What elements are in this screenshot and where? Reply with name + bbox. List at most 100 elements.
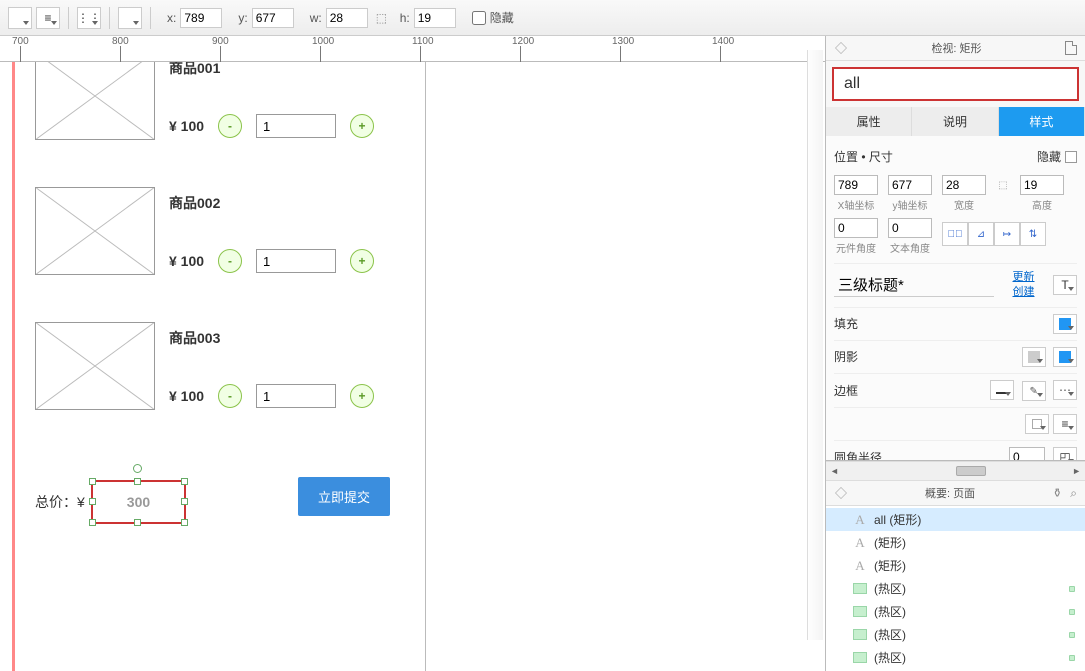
increment-button[interactable]: + bbox=[350, 384, 374, 408]
decrement-button[interactable]: - bbox=[218, 384, 242, 408]
resize-handle-ml[interactable] bbox=[89, 498, 96, 505]
rotation-input[interactable] bbox=[834, 218, 878, 238]
text-rotation-input[interactable] bbox=[888, 218, 932, 238]
canvas-scrollbar-vertical[interactable] bbox=[807, 50, 823, 640]
border-width-dropdown[interactable] bbox=[990, 380, 1014, 400]
pos-w-label: 宽度 bbox=[954, 197, 974, 212]
product-row: 商品002 ¥ 100 - + bbox=[35, 187, 374, 275]
outline-item-label: (热区) bbox=[874, 603, 906, 620]
list-dropdown-icon[interactable]: ⋮⋮ bbox=[77, 7, 101, 29]
image-placeholder[interactable] bbox=[35, 187, 155, 275]
outline-item[interactable]: (热区) bbox=[826, 623, 1085, 646]
position-section-head: 位置 • 尺寸 隐藏 bbox=[834, 144, 1077, 169]
fill-color-dropdown[interactable] bbox=[1053, 314, 1077, 334]
quantity-input[interactable] bbox=[256, 384, 336, 408]
size-lock-icon[interactable]: ⬚ bbox=[996, 175, 1010, 195]
h-input[interactable] bbox=[414, 8, 456, 28]
image-placeholder[interactable] bbox=[35, 62, 155, 140]
pos-x-input[interactable] bbox=[834, 175, 878, 195]
canvas-area[interactable]: 商品001 ¥ 100 - + 商品002 ¥ 100 - + 商品003 bbox=[0, 62, 825, 671]
tool-dropdown-1[interactable] bbox=[8, 7, 32, 29]
horizontal-ruler: 70080090010001100120013001400 bbox=[0, 36, 825, 62]
collapse-icon[interactable] bbox=[835, 42, 847, 54]
element-name-input-wrap: all bbox=[826, 61, 1085, 107]
page-icon[interactable] bbox=[1065, 41, 1077, 55]
pos-w-input[interactable] bbox=[942, 175, 986, 195]
border-style-dropdown[interactable] bbox=[1053, 380, 1077, 400]
outline-item-label: (热区) bbox=[874, 626, 906, 643]
create-style-link[interactable]: 创建 bbox=[1013, 285, 1035, 300]
hide-element-label: 隐藏 bbox=[1037, 148, 1061, 165]
outer-shadow-dropdown[interactable] bbox=[1022, 347, 1046, 367]
resize-handle-bl[interactable] bbox=[89, 519, 96, 526]
flip-vertical-icon[interactable]: ⊿ bbox=[968, 222, 994, 246]
outline-item-label: (热区) bbox=[874, 580, 906, 597]
hide-checkbox-wrap[interactable]: 隐藏 bbox=[472, 9, 514, 26]
w-input[interactable] bbox=[326, 8, 368, 28]
outline-item[interactable]: (热区) bbox=[826, 577, 1085, 600]
outline-item[interactable]: Aall (矩形) bbox=[826, 508, 1085, 531]
resize-handle-tl[interactable] bbox=[89, 478, 96, 485]
y-label: y: bbox=[238, 11, 247, 25]
update-style-link[interactable]: 更新 bbox=[1013, 270, 1035, 285]
submit-button[interactable]: 立即提交 bbox=[298, 477, 390, 516]
increment-button[interactable]: + bbox=[350, 249, 374, 273]
outline-item-label: (矩形) bbox=[874, 557, 906, 574]
border-color-dropdown[interactable] bbox=[1022, 381, 1046, 401]
style-preset-select[interactable] bbox=[834, 273, 994, 297]
radius-input[interactable] bbox=[1009, 447, 1045, 460]
outline-item[interactable]: A(矩形) bbox=[826, 554, 1085, 577]
fit-width-icon[interactable]: ↦ bbox=[994, 222, 1020, 246]
y-input[interactable] bbox=[252, 8, 294, 28]
hide-label: 隐藏 bbox=[490, 9, 514, 26]
outline-item[interactable]: (热区) bbox=[826, 646, 1085, 669]
fit-height-icon[interactable]: ⇅ bbox=[1020, 222, 1046, 246]
interaction-indicator-icon bbox=[1069, 609, 1075, 615]
outline-collapse-icon[interactable] bbox=[835, 487, 847, 499]
flip-horizontal-icon[interactable]: �⃓ bbox=[942, 222, 968, 246]
image-placeholder[interactable] bbox=[35, 322, 155, 410]
tab-notes[interactable]: 说明 bbox=[912, 107, 998, 136]
hotspot-element-icon bbox=[852, 582, 868, 596]
outline-item[interactable]: A(矩形) bbox=[826, 531, 1085, 554]
tab-style[interactable]: 样式 bbox=[999, 107, 1085, 136]
border-cap-dropdown[interactable]: ≡ bbox=[1053, 414, 1077, 434]
outline-item[interactable]: (热区) bbox=[826, 600, 1085, 623]
product-price: ¥ 100 bbox=[169, 388, 204, 404]
resize-handle-tr[interactable] bbox=[181, 478, 188, 485]
pos-h-input[interactable] bbox=[1020, 175, 1064, 195]
resize-handle-br[interactable] bbox=[181, 519, 188, 526]
radius-corner-dropdown[interactable]: ◰ bbox=[1053, 447, 1077, 460]
text-element-icon: A bbox=[852, 536, 868, 550]
x-input[interactable] bbox=[180, 8, 222, 28]
align-dropdown-icon[interactable]: ≡ bbox=[36, 7, 60, 29]
text-element-icon: A bbox=[852, 513, 868, 527]
interaction-indicator-icon bbox=[1069, 586, 1075, 592]
resize-handle-mr[interactable] bbox=[181, 498, 188, 505]
search-icon[interactable]: ⌕ bbox=[1070, 486, 1077, 501]
resize-handle-tm[interactable] bbox=[134, 478, 141, 485]
tab-properties[interactable]: 属性 bbox=[826, 107, 912, 136]
outline-title: 概要: 页面 bbox=[848, 485, 1052, 501]
inner-shadow-dropdown[interactable] bbox=[1053, 347, 1077, 367]
quantity-input[interactable] bbox=[256, 114, 336, 138]
border-visibility-dropdown[interactable] bbox=[1025, 414, 1049, 434]
hide-checkbox[interactable] bbox=[472, 11, 486, 25]
inspector-panel: 检视: 矩形 all 属性 说明 样式 位置 • 尺寸 隐藏 X轴坐标 y轴坐标… bbox=[825, 36, 1085, 671]
decrement-button[interactable]: - bbox=[218, 114, 242, 138]
panel-scrollbar-horizontal[interactable]: ◄► bbox=[826, 461, 1085, 481]
tool-dropdown-2[interactable] bbox=[118, 7, 142, 29]
resize-handle-bm[interactable] bbox=[134, 519, 141, 526]
element-name-input[interactable]: all bbox=[832, 67, 1079, 101]
page-guide-2 bbox=[14, 62, 15, 671]
pos-y-input[interactable] bbox=[888, 175, 932, 195]
selected-total-value[interactable]: 300 bbox=[91, 480, 186, 524]
quantity-input[interactable] bbox=[256, 249, 336, 273]
hide-element-checkbox[interactable] bbox=[1065, 151, 1077, 163]
outline-list[interactable]: Aall (矩形)A(矩形)A(矩形)(热区)(热区)(热区)(热区) bbox=[826, 506, 1085, 671]
link-icon[interactable]: ⬚ bbox=[376, 11, 388, 25]
increment-button[interactable]: + bbox=[350, 114, 374, 138]
decrement-button[interactable]: - bbox=[218, 249, 242, 273]
text-format-icon[interactable]: T bbox=[1053, 275, 1077, 295]
filter-icon[interactable]: ⚱ bbox=[1052, 486, 1062, 501]
